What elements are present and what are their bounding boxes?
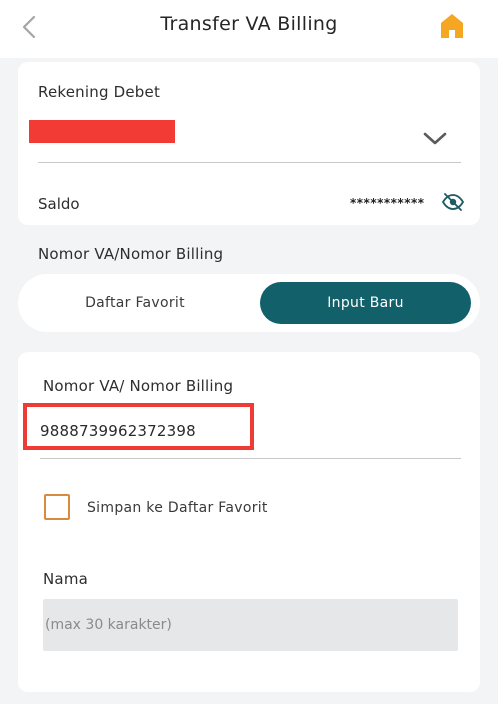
app-header: Transfer VA Billing [0,0,498,58]
name-input[interactable] [43,599,458,651]
name-label: Nama [43,570,89,588]
debit-account-card: Rekening Debet Saldo *********** [18,62,480,225]
toggle-balance-visibility[interactable] [441,192,465,212]
divider [38,162,461,163]
home-button[interactable] [440,13,464,39]
eye-slash-icon [441,193,465,211]
save-favorite-checkbox[interactable] [44,494,70,520]
account-dropdown-button[interactable] [421,128,449,148]
debit-account-label: Rekening Debet [38,83,161,101]
va-number-input[interactable] [40,419,460,443]
page-title: Transfer VA Billing [160,13,338,35]
redacted-account-number [29,120,175,143]
divider [40,458,461,459]
va-number-label: Nomor VA/ Nomor Billing [43,377,234,395]
save-favorite-label[interactable]: Simpan ke Daftar Favorit [87,500,268,516]
va-section-label: Nomor VA/Nomor Billing [38,245,224,263]
tab-input-baru[interactable]: Input Baru [260,282,471,324]
balance-label: Saldo [38,195,80,213]
va-input-form: Nomor VA/ Nomor Billing Simpan ke Daftar… [18,352,480,692]
chevron-down-icon [423,132,447,145]
tab-daftar-favorit[interactable]: Daftar Favorit [30,282,240,324]
va-input-mode-toggle: Daftar Favorit Input Baru [18,274,480,332]
balance-value: *********** [350,196,425,210]
home-icon [441,14,463,38]
